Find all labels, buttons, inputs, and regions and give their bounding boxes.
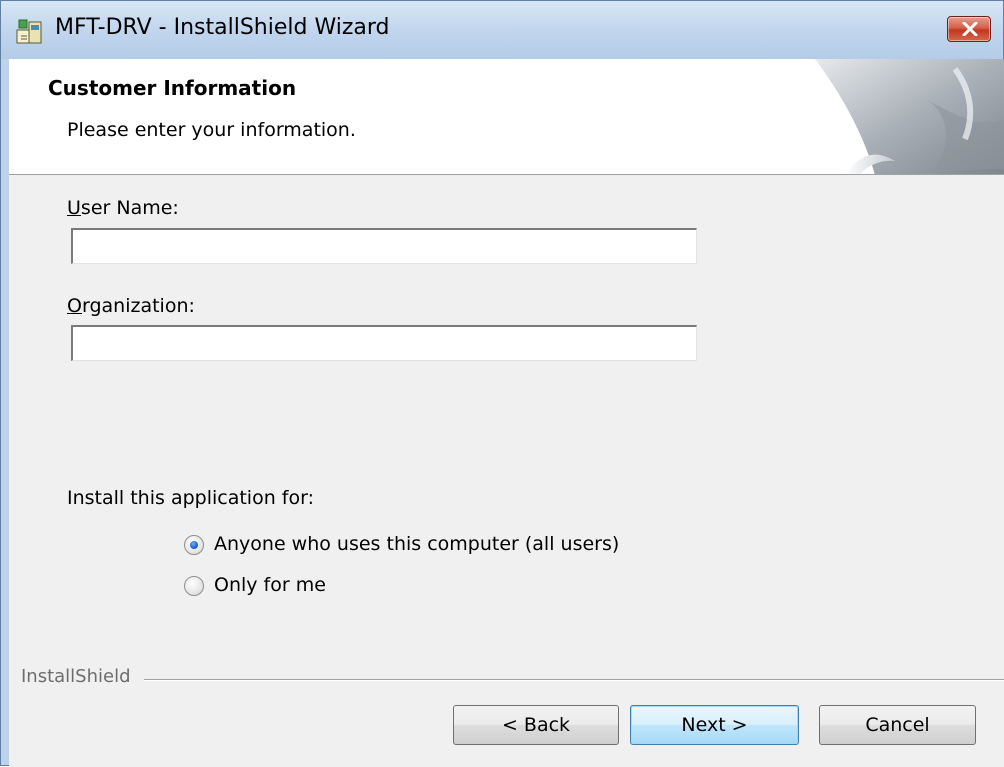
installshield-brand: InstallShield [21, 666, 131, 687]
radio-button-only-me[interactable] [184, 576, 204, 596]
footer-divider [144, 679, 1004, 681]
installer-icon [16, 19, 42, 44]
window-title: MFT-DRV - InstallShield Wizard [55, 15, 390, 40]
title-bar[interactable]: MFT-DRV - InstallShield Wizard [1, 1, 1003, 59]
radio-label-all-users[interactable]: Anyone who uses this computer (all users… [214, 533, 619, 555]
organization-label: Organization: [67, 295, 195, 317]
organization-label-text: rganization: [81, 295, 195, 317]
radio-button-all-users[interactable] [184, 535, 204, 555]
close-button[interactable] [947, 16, 991, 42]
next-button[interactable]: Next > [630, 705, 799, 745]
radio-selected-indicator [190, 541, 198, 549]
user-name-label-text: ser Name: [80, 197, 179, 219]
installer-window: MFT-DRV - InstallShield Wizard Customer … [0, 0, 1004, 767]
cancel-button[interactable]: Cancel [819, 705, 976, 745]
banner-graphic [815, 59, 1004, 174]
install-for-label: Install this application for: [67, 487, 314, 509]
page-title: Customer Information [48, 76, 297, 100]
user-name-label: User Name: [67, 197, 179, 219]
close-icon [962, 22, 978, 36]
radio-all-users[interactable]: Anyone who uses this computer (all users… [184, 533, 644, 559]
user-name-input[interactable] [71, 228, 697, 264]
radio-only-me[interactable]: Only for me [184, 574, 384, 600]
page-subtitle: Please enter your information. [67, 119, 356, 141]
user-name-accelerator: U [67, 197, 81, 219]
radio-label-only-me[interactable]: Only for me [214, 574, 326, 596]
dialog-body: Customer Information Please enter your i… [9, 59, 1004, 767]
back-button[interactable]: < Back [453, 705, 619, 745]
organization-accelerator: O [67, 295, 82, 317]
header-banner: Customer Information Please enter your i… [9, 59, 1004, 175]
organization-input[interactable] [71, 325, 697, 361]
